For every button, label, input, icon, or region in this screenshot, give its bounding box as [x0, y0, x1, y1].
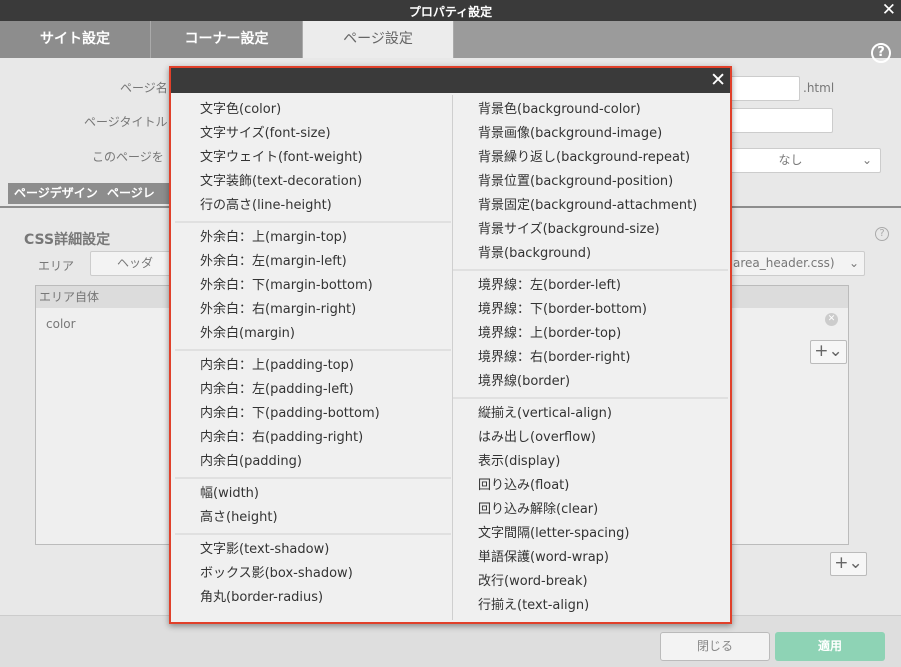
property-column-right: 背景色(background-color) 背景画像(background-ima…: [452, 95, 728, 620]
page-title-label: ページタイトル: [84, 115, 168, 129]
add-area-button[interactable]: +⌄: [830, 552, 867, 576]
css-file-value: area_header.css): [733, 256, 835, 270]
property-group: 幅(width) 高さ(height): [175, 479, 451, 535]
property-item[interactable]: 境界線：上(border-top): [453, 322, 728, 346]
property-group: 境界線：左(border-left) 境界線：下(border-bottom) 境界…: [453, 271, 728, 399]
property-item[interactable]: 境界線(border): [453, 370, 728, 394]
property-item[interactable]: 外余白：上(margin-top): [175, 226, 451, 250]
this-page-label: このページを: [92, 150, 164, 164]
property-item[interactable]: 外余白(margin): [175, 322, 451, 346]
property-item[interactable]: 改行(word-break): [453, 570, 728, 594]
property-item[interactable]: 文字ウェイト(font-weight): [175, 146, 451, 170]
property-item[interactable]: 単語保護(word-wrap): [453, 546, 728, 570]
property-item[interactable]: 高さ(height): [175, 506, 451, 530]
property-item[interactable]: 背景画像(background-image): [453, 122, 728, 146]
property-item[interactable]: 文字色(color): [175, 98, 451, 122]
chevron-down-icon: ⌄: [848, 256, 859, 270]
page-select-value: なし: [778, 153, 803, 167]
property-column-left: 文字色(color) 文字サイズ(font-size) 文字ウェイト(font-we…: [175, 95, 451, 620]
property-group: 文字影(text-shadow) ボックス影(box-shadow) 角丸(bord…: [175, 535, 451, 613]
property-item[interactable]: 内余白：下(padding-bottom): [175, 402, 451, 426]
property-item[interactable]: 文字間隔(letter-spacing): [453, 522, 728, 546]
property-item[interactable]: 内余白：右(padding-right): [175, 426, 451, 450]
property-color-label: color: [46, 317, 76, 331]
property-item[interactable]: ボックス影(box-shadow): [175, 562, 451, 586]
property-item[interactable]: 外余白：下(margin-bottom): [175, 274, 451, 298]
subtab-page-layout[interactable]: ページレイア: [101, 183, 169, 204]
property-item[interactable]: 角丸(border-radius): [175, 586, 451, 610]
help-icon[interactable]: ?: [871, 43, 891, 63]
property-group: 外余白：上(margin-top) 外余白：左(margin-left) 外余白：下…: [175, 223, 451, 351]
page-ext-label: .html: [803, 81, 835, 95]
property-item[interactable]: 背景色(background-color): [453, 98, 728, 122]
property-group: 文字色(color) 文字サイズ(font-size) 文字ウェイト(font-we…: [175, 95, 451, 223]
property-item[interactable]: 内余白：左(padding-left): [175, 378, 451, 402]
area-label: エリア: [38, 259, 75, 273]
property-group: 背景色(background-color) 背景画像(background-ima…: [453, 95, 728, 271]
property-item[interactable]: 内余白：上(padding-top): [175, 354, 451, 378]
property-item[interactable]: 回り込み解除(clear): [453, 498, 728, 522]
property-item[interactable]: はみ出し(overflow): [453, 426, 728, 450]
property-group: 縦揃え(vertical-align) はみ出し(overflow) 表示(disp…: [453, 399, 728, 621]
property-item[interactable]: 幅(width): [175, 482, 451, 506]
close-button[interactable]: 閉じる: [660, 632, 770, 661]
window-close-icon[interactable]: ✕: [882, 1, 896, 19]
chevron-down-icon: ⌄: [861, 153, 872, 167]
tab-bar: サイト設定 コーナー設定 ページ設定 ?: [0, 21, 901, 63]
property-item[interactable]: 内余白(padding): [175, 450, 451, 474]
apply-button[interactable]: 適用: [775, 632, 885, 661]
popup-close-icon[interactable]: ✕: [710, 69, 726, 91]
tab-corner-settings[interactable]: コーナー設定: [151, 21, 303, 58]
property-item[interactable]: 境界線：下(border-bottom): [453, 298, 728, 322]
property-item[interactable]: 背景位置(background-position): [453, 170, 728, 194]
remove-property-icon[interactable]: ✕: [825, 313, 838, 326]
property-item[interactable]: 外余白：右(margin-right): [175, 298, 451, 322]
add-property-button[interactable]: +⌄: [810, 340, 847, 364]
property-item[interactable]: 境界線：右(border-right): [453, 346, 728, 370]
property-item[interactable]: 縦揃え(vertical-align): [453, 402, 728, 426]
property-group: 内余白：上(padding-top) 内余白：左(padding-left) 内余白…: [175, 351, 451, 479]
property-item[interactable]: 背景サイズ(background-size): [453, 218, 728, 242]
property-item[interactable]: 文字サイズ(font-size): [175, 122, 451, 146]
property-item[interactable]: 行の高さ(line-height): [175, 194, 451, 218]
property-item[interactable]: 表示(display): [453, 450, 728, 474]
property-item[interactable]: 文字装飾(text-decoration): [175, 170, 451, 194]
tab-site-settings[interactable]: サイト設定: [0, 21, 151, 58]
subtab-page-design[interactable]: ページデザイン: [8, 183, 104, 204]
property-item[interactable]: 文字影(text-shadow): [175, 538, 451, 562]
tab-page-settings[interactable]: ページ設定: [303, 21, 454, 58]
property-item[interactable]: 回り込み(float): [453, 474, 728, 498]
area-select[interactable]: ヘッダ: [90, 251, 180, 276]
css-help-icon[interactable]: ?: [875, 227, 889, 241]
window-title: プロパティ設定: [408, 5, 493, 19]
page-name-label: ページ名: [120, 81, 168, 95]
css-detail-title: CSS詳細設定: [24, 232, 111, 248]
property-item[interactable]: 背景繰り返し(background-repeat): [453, 146, 728, 170]
property-item[interactable]: 外余白：左(margin-left): [175, 250, 451, 274]
property-item[interactable]: 行揃え(text-align): [453, 594, 728, 618]
property-item[interactable]: 境界線：左(border-left): [453, 274, 728, 298]
window-titlebar: プロパティ設定 ✕: [0, 0, 901, 21]
property-item[interactable]: 背景(background): [453, 242, 728, 266]
property-item[interactable]: 背景固定(background-attachment): [453, 194, 728, 218]
css-property-popup: ✕ 文字色(color) 文字サイズ(font-size) 文字ウェイト(font-…: [169, 66, 732, 624]
popup-header: ✕: [171, 68, 730, 93]
